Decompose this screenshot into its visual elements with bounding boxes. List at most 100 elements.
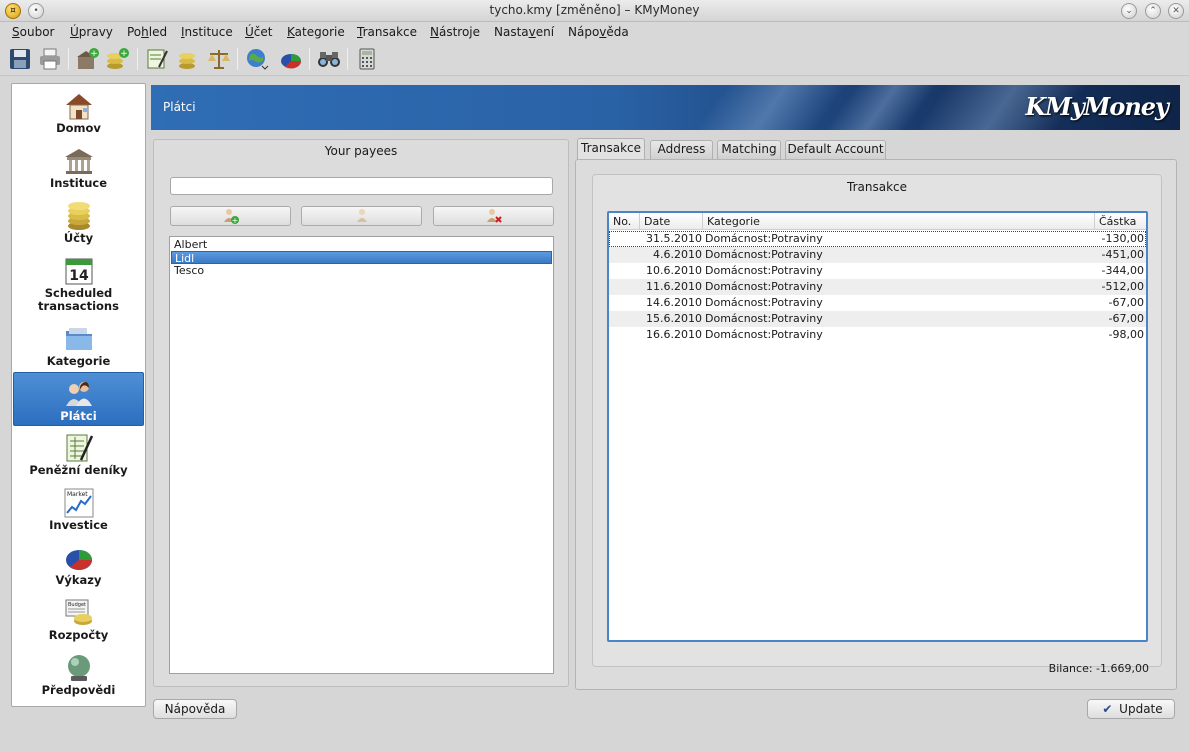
cell-no bbox=[613, 247, 639, 263]
tab-2[interactable]: Address bbox=[650, 140, 713, 159]
market-chart-icon: Market bbox=[13, 487, 144, 519]
new-institution-icon[interactable]: + bbox=[76, 47, 100, 71]
sidebar-item-8[interactable]: Market Investice bbox=[13, 487, 144, 532]
payee-list[interactable]: Albert Lidl Tesco bbox=[169, 236, 554, 674]
menu-8[interactable]: Nástroje bbox=[430, 25, 480, 39]
menu-10[interactable]: Nápověda bbox=[568, 25, 629, 39]
cell-category: Domácnost:Potraviny bbox=[705, 280, 823, 293]
tab-1[interactable]: Transakce bbox=[577, 138, 645, 159]
update-button-label: Update bbox=[1119, 702, 1163, 716]
payee-search-input[interactable] bbox=[170, 177, 553, 195]
sidebar-item-1[interactable]: Domov bbox=[13, 90, 144, 135]
menu-9[interactable]: Nastavení bbox=[494, 25, 554, 39]
cell-no bbox=[613, 279, 639, 295]
cell-amount: -451,00 bbox=[1101, 248, 1144, 261]
transactions-group: Transakce No. Date Kategorie Částka 31.5… bbox=[592, 174, 1162, 675]
table-row[interactable]: 16.6.2010 Domácnost:Potraviny -98,00 bbox=[609, 327, 1146, 343]
sidebar-item-7[interactable]: Peněžní deníky bbox=[13, 432, 144, 477]
cell-date: 11.6.2010 bbox=[646, 280, 702, 293]
sidebar-item-label: Scheduled transactions bbox=[38, 286, 119, 313]
add-payee-icon: + bbox=[224, 209, 239, 224]
sidebar-item-label: Plátci bbox=[60, 409, 97, 423]
cell-no bbox=[613, 231, 639, 247]
sidebar-item-4[interactable]: 14 Scheduled transactions bbox=[13, 255, 144, 313]
print-icon[interactable] bbox=[38, 47, 62, 71]
reports-pie-icon[interactable] bbox=[279, 47, 303, 71]
calculator-icon[interactable] bbox=[355, 47, 379, 71]
cell-no bbox=[613, 327, 639, 343]
sidebar-item-label: Kategorie bbox=[46, 354, 111, 368]
maximize-icon[interactable]: ⌃ bbox=[1145, 3, 1161, 19]
payees-title: Your payees bbox=[324, 144, 398, 158]
cell-date: 31.5.2010 bbox=[646, 232, 702, 245]
new-transaction-icon[interactable] bbox=[145, 47, 169, 71]
sidebar-item-6[interactable]: Plátci bbox=[13, 372, 144, 426]
cell-date: 15.6.2010 bbox=[646, 312, 702, 325]
table-row[interactable]: 31.5.2010 Domácnost:Potraviny -130,00 bbox=[609, 231, 1146, 247]
online-update-icon[interactable] bbox=[245, 47, 269, 71]
reconcile-scales-icon[interactable] bbox=[207, 47, 231, 71]
budget-badge: Budget bbox=[68, 602, 86, 608]
sidebar-item-3[interactable]: Účty bbox=[13, 200, 144, 245]
menu-1[interactable]: Soubor bbox=[12, 25, 54, 39]
table-row[interactable]: 15.6.2010 Domácnost:Potraviny -67,00 bbox=[609, 311, 1146, 327]
cell-category: Domácnost:Potraviny bbox=[705, 232, 823, 245]
column-header-no[interactable]: No. bbox=[609, 213, 640, 230]
payee-list-item[interactable]: Lidl bbox=[171, 251, 552, 265]
delete-payee-icon bbox=[487, 209, 502, 223]
users-icon bbox=[14, 378, 143, 410]
minimize-icon[interactable]: ⌄ bbox=[1121, 3, 1137, 19]
close-icon[interactable]: ✕ bbox=[1168, 3, 1184, 19]
find-binoculars-icon[interactable] bbox=[317, 47, 341, 71]
calendar-day: 14 bbox=[69, 268, 89, 284]
column-header-amount[interactable]: Částka bbox=[1095, 213, 1146, 230]
sidebar-item-9[interactable]: Výkazy bbox=[13, 542, 144, 587]
title-bar: ¤ • tycho.kmy [změněno] – KMyMoney ⌄ ⌃ ✕ bbox=[0, 0, 1189, 22]
update-button[interactable]: ✔ Update bbox=[1087, 699, 1175, 719]
column-header-date[interactable]: Date bbox=[640, 213, 703, 230]
menu-4[interactable]: Instituce bbox=[181, 25, 233, 39]
new-account-icon[interactable]: + bbox=[106, 47, 130, 71]
menu-6[interactable]: Kategorie bbox=[287, 25, 345, 39]
cell-amount: -67,00 bbox=[1108, 296, 1144, 309]
delete-payee-button[interactable] bbox=[433, 206, 554, 226]
sidebar-item-label: Předpovědi bbox=[41, 683, 116, 697]
sidebar-item-5[interactable]: Kategorie bbox=[13, 323, 144, 368]
column-header-category[interactable]: Kategorie bbox=[703, 213, 1095, 230]
sidebar-item-2[interactable]: Instituce bbox=[13, 145, 144, 190]
table-row[interactable]: 14.6.2010 Domácnost:Potraviny -67,00 bbox=[609, 295, 1146, 311]
table-row[interactable]: 10.6.2010 Domácnost:Potraviny -344,00 bbox=[609, 263, 1146, 279]
sidebar-item-label: Účty bbox=[63, 231, 94, 245]
cell-category: Domácnost:Potraviny bbox=[705, 328, 823, 341]
help-button[interactable]: Nápověda bbox=[153, 699, 237, 719]
payee-list-item[interactable]: Tesco bbox=[171, 264, 552, 277]
market-badge: Market bbox=[67, 491, 88, 498]
accounts-coins-icon[interactable] bbox=[176, 47, 200, 71]
menu-7[interactable]: Transakce bbox=[357, 25, 417, 39]
tab-4[interactable]: Default Account bbox=[785, 140, 886, 159]
calendar-icon: 14 bbox=[13, 255, 144, 287]
house-icon bbox=[13, 90, 144, 122]
sidebar-item-label: Domov bbox=[56, 121, 101, 135]
sidebar-item-label: Výkazy bbox=[55, 573, 102, 587]
menu-2[interactable]: Úpravy bbox=[70, 25, 113, 39]
sidebar-item-label: Investice bbox=[49, 518, 108, 532]
table-row[interactable]: 4.6.2010 Domácnost:Potraviny -451,00 bbox=[609, 247, 1146, 263]
table-row[interactable]: 11.6.2010 Domácnost:Potraviny -512,00 bbox=[609, 279, 1146, 295]
page-title: Plátci bbox=[163, 100, 196, 114]
menu-3[interactable]: Pohled bbox=[127, 25, 167, 39]
menu-5[interactable]: Účet bbox=[245, 25, 272, 39]
cell-date: 4.6.2010 bbox=[653, 248, 702, 261]
tab-3[interactable]: Matching bbox=[717, 140, 781, 159]
save-icon[interactable] bbox=[8, 47, 32, 71]
navigation-sidebar: Domov Instituce Účty 14 Scheduled transactio… bbox=[11, 83, 146, 707]
add-payee-button[interactable]: + bbox=[170, 206, 291, 226]
transactions-table[interactable]: No. Date Kategorie Částka 31.5.2010 Domác… bbox=[607, 211, 1148, 642]
sidebar-item-11[interactable]: Předpovědi bbox=[13, 652, 144, 697]
ledger-icon bbox=[13, 432, 144, 464]
cell-category: Domácnost:Potraviny bbox=[705, 264, 823, 277]
payee-list-item[interactable]: Albert bbox=[171, 238, 552, 251]
sidebar-item-10[interactable]: Budget Rozpočty bbox=[13, 597, 144, 642]
svg-text:+: + bbox=[120, 49, 128, 59]
rename-payee-button[interactable] bbox=[301, 206, 422, 226]
